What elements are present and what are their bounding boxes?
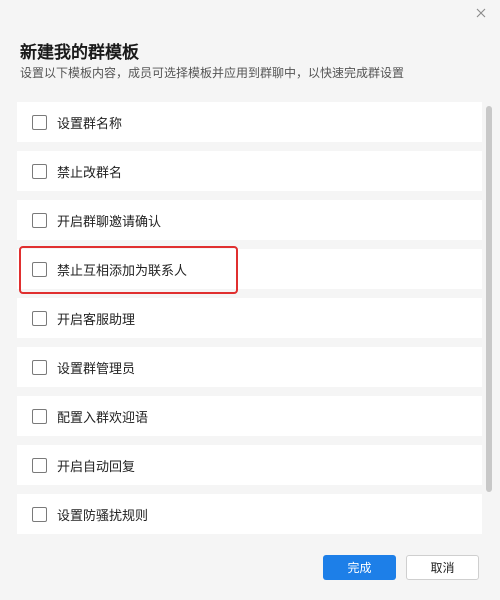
option-item-group-name[interactable]: 设置群名称 — [17, 102, 482, 142]
option-item-forbid-add-contact[interactable]: 禁止互相添加为联系人 — [17, 249, 482, 289]
checkbox[interactable] — [32, 163, 47, 179]
option-item-anti-harassment[interactable]: 设置防骚扰规则 — [17, 494, 482, 534]
option-label: 禁止改群名 — [57, 165, 123, 181]
confirm-button[interactable]: 完成 — [323, 555, 396, 580]
option-label: 设置群名称 — [57, 116, 123, 132]
option-item-customer-assistant[interactable]: 开启客服助理 — [17, 298, 482, 338]
checkbox[interactable] — [32, 359, 47, 375]
option-label: 设置防骚扰规则 — [57, 508, 149, 524]
cancel-button[interactable]: 取消 — [406, 555, 479, 580]
option-label: 配置入群欢迎语 — [57, 410, 149, 426]
checkbox[interactable] — [32, 457, 47, 473]
option-item-welcome-message[interactable]: 配置入群欢迎语 — [17, 396, 482, 436]
dialog-subtitle: 设置以下模板内容，成员可选择模板并应用到群聊中，以快速完成群设置 — [20, 66, 405, 80]
dialog-title: 新建我的群模板 — [20, 43, 139, 63]
option-label: 开启群聊邀请确认 — [57, 214, 162, 230]
option-item-forbid-rename[interactable]: 禁止改群名 — [17, 151, 482, 191]
checkbox[interactable] — [32, 114, 47, 130]
checkbox[interactable] — [32, 506, 47, 522]
close-icon — [476, 8, 486, 18]
checkbox[interactable] — [32, 261, 47, 277]
option-item-invite-confirm[interactable]: 开启群聊邀请确认 — [17, 200, 482, 240]
option-label: 禁止互相添加为联系人 — [57, 263, 188, 279]
option-label: 开启客服助理 — [57, 312, 136, 328]
checkbox[interactable] — [32, 408, 47, 424]
option-label: 设置群管理员 — [57, 361, 136, 377]
option-label: 开启自动回复 — [57, 459, 136, 475]
scrollbar[interactable] — [485, 102, 493, 536]
checkbox[interactable] — [32, 310, 47, 326]
option-item-auto-reply[interactable]: 开启自动回复 — [17, 445, 482, 485]
option-list: 设置群名称 禁止改群名 开启群聊邀请确认 禁止互相添加为联系人 开启客服助理 设… — [17, 102, 482, 536]
checkbox[interactable] — [32, 212, 47, 228]
scrollbar-thumb[interactable] — [486, 106, 492, 492]
group-template-dialog: 新建我的群模板 设置以下模板内容，成员可选择模板并应用到群聊中，以快速完成群设置… — [0, 0, 500, 600]
option-item-group-admin[interactable]: 设置群管理员 — [17, 347, 482, 387]
close-button[interactable] — [472, 4, 490, 22]
